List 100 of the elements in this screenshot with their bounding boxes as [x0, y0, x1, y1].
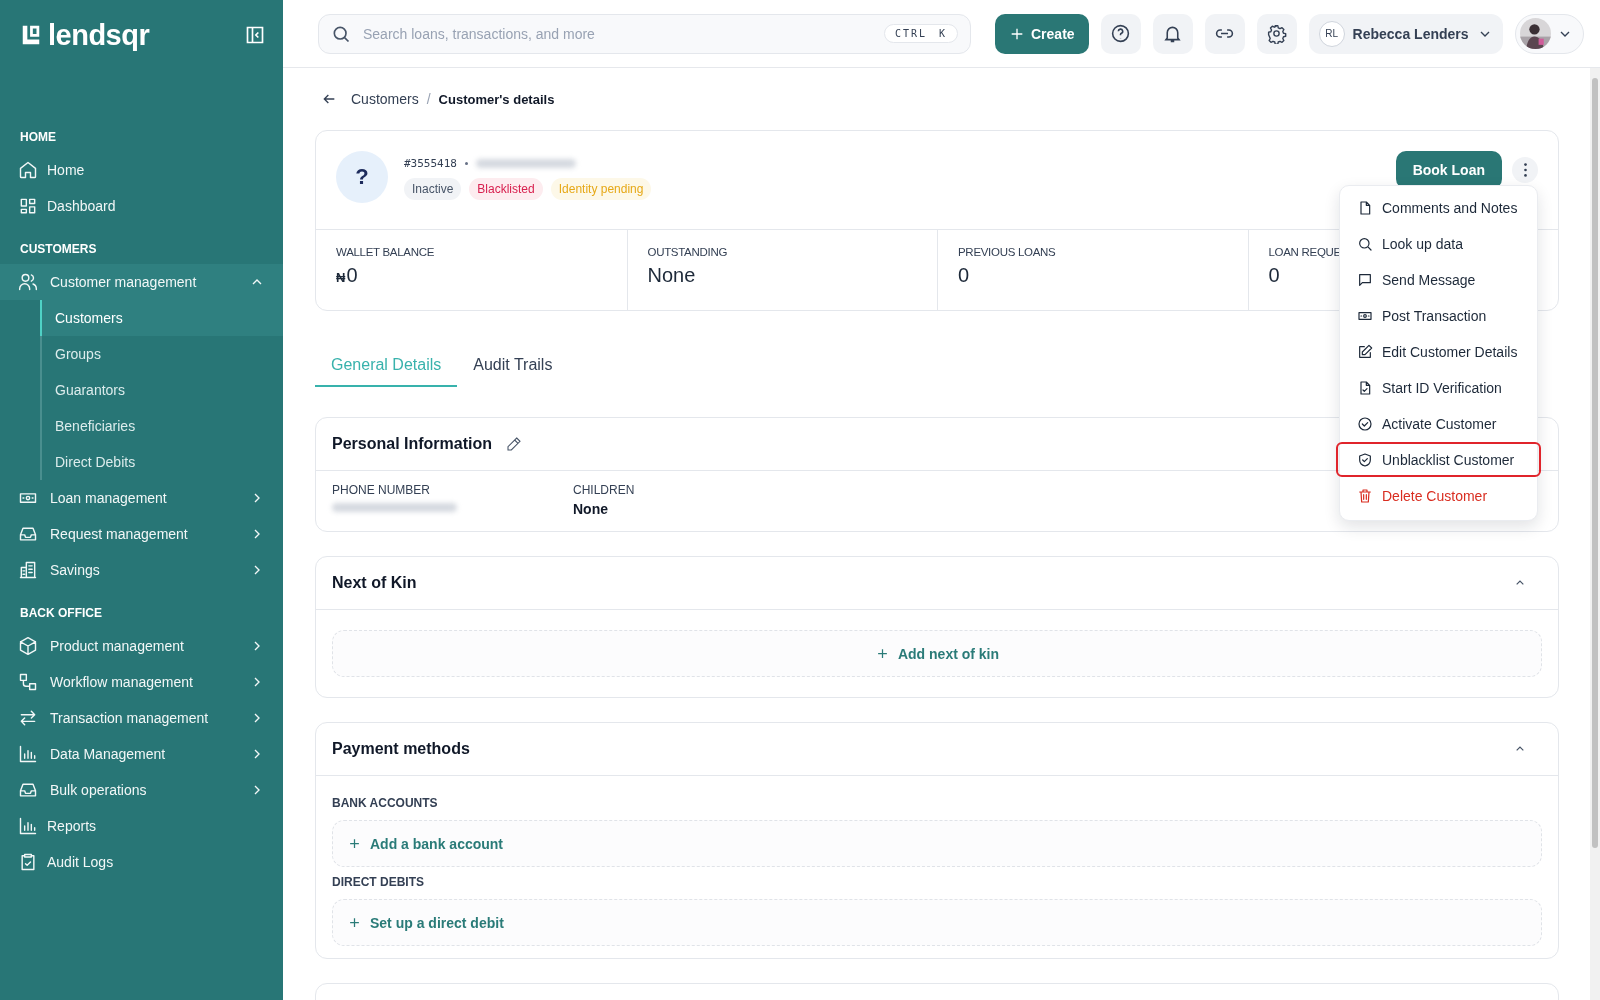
search-input[interactable]: Search loans, transactions, and more [361, 24, 874, 43]
help-icon [1110, 23, 1132, 44]
menu-item[interactable]: Post Transaction [1343, 298, 1534, 333]
menu-item[interactable]: Edit Customer Details [1343, 334, 1534, 369]
menu-item[interactable]: Send Message [1343, 262, 1534, 297]
logo-icon [20, 24, 42, 46]
more-options-button[interactable] [1512, 157, 1538, 183]
box-icon [18, 636, 38, 656]
separator-dot [465, 162, 468, 165]
nav-item[interactable]: Home [0, 152, 283, 188]
nav-section-label: BACK OFFICE [19, 605, 103, 622]
menu-item[interactable]: Activate Customer [1343, 406, 1534, 441]
nav-item[interactable]: Bulk operations [0, 772, 283, 808]
profile-button[interactable] [1514, 13, 1584, 54]
inbox-icon [18, 524, 38, 544]
bar-chart-icon [18, 744, 38, 764]
home-icon [18, 160, 38, 180]
arrows-icon [18, 708, 38, 728]
nav-item[interactable]: Dashboard [0, 188, 283, 224]
bar-chart-icon [18, 816, 38, 836]
menu-item[interactable]: Unblacklist Customer [1336, 442, 1541, 477]
stat-value: 0 [958, 264, 970, 287]
search-field[interactable]: Search loans, transactions, and more CTRL K [318, 13, 971, 54]
help-button[interactable] [1100, 13, 1141, 54]
customer-id: #3555418 [404, 157, 457, 170]
trash-icon [1357, 487, 1373, 504]
field-value: None [573, 501, 609, 517]
more-icon [1523, 163, 1527, 177]
dashboard-icon [18, 196, 38, 216]
nav-item[interactable]: Product management [0, 628, 283, 664]
breadcrumb-separator: / [426, 91, 431, 107]
add-button[interactable]: Set up a direct debit [332, 899, 1542, 946]
message-icon [1357, 271, 1373, 288]
breadcrumb-current: Customer's details [438, 91, 555, 107]
shield-check-icon [1357, 451, 1373, 468]
nav-item[interactable]: Transaction management [0, 700, 283, 736]
edit-icon [1357, 343, 1373, 360]
clipboard-icon [18, 852, 38, 872]
notifications-button[interactable] [1152, 13, 1193, 54]
nav-subitem[interactable]: Beneficiaries [40, 408, 283, 444]
nav-item[interactable]: Audit Logs [0, 844, 283, 880]
user-menu-button[interactable]: RL Rebecca Lenders [1308, 13, 1503, 54]
nav-item[interactable]: Request management [0, 516, 283, 552]
collapse-sidebar-icon[interactable] [245, 25, 265, 45]
plus-icon [347, 915, 362, 930]
stat-value: None [647, 264, 696, 287]
section-title: Personal Information [332, 435, 493, 453]
field-label: CHILDREN [573, 483, 636, 497]
nav-section-label: CUSTOMERS [19, 241, 98, 258]
inbox-icon [18, 780, 38, 800]
menu-item[interactable]: Start ID Verification [1343, 370, 1534, 405]
stat-label: PREVIOUS LOANS [958, 246, 1056, 258]
menu-item[interactable]: Delete Customer [1343, 478, 1534, 513]
nav-item[interactable]: Customer management [0, 264, 283, 300]
stat-label: WALLET BALANCE [336, 246, 435, 258]
plus-icon [347, 836, 362, 851]
nav-item[interactable]: Workflow management [0, 664, 283, 700]
stat-value: 0 [1268, 264, 1280, 287]
section-title: Next of Kin [332, 574, 417, 592]
workflow-icon [18, 672, 38, 692]
nav-item[interactable]: Loan management [0, 480, 283, 516]
shortcut-hint: CTRL K [883, 24, 958, 43]
create-button[interactable]: Create [995, 13, 1089, 54]
tab[interactable]: General Details [315, 345, 458, 387]
breadcrumb-link[interactable]: Customers [351, 91, 419, 107]
stat-value: ₦0 [336, 264, 358, 287]
nav-item[interactable]: Savings [0, 552, 283, 588]
customer-avatar: ? [336, 151, 388, 203]
status-badge: Identity pending [550, 178, 652, 200]
nav-section-label: HOME [19, 129, 57, 146]
nav-subitem[interactable]: Guarantors [40, 372, 283, 408]
settings-icon [1266, 23, 1288, 44]
user-initials: RL [1318, 20, 1345, 47]
tab[interactable]: Audit Trails [457, 345, 569, 387]
status-badge: Blacklisted [469, 178, 543, 200]
pencil-icon[interactable] [506, 436, 523, 452]
scrollbar[interactable] [1590, 68, 1600, 1000]
link-button[interactable] [1204, 13, 1245, 54]
brand-name: lendsqr [48, 18, 150, 52]
building-icon [18, 560, 38, 580]
nav-item[interactable]: Reports [0, 808, 283, 844]
add-next-of-kin-button[interactable]: Add next of kin [332, 630, 1542, 677]
stat-label: OUTSTANDING [647, 246, 728, 258]
menu-item[interactable]: Comments and Notes [1343, 190, 1534, 225]
nav-subitem[interactable]: Direct Debits [40, 444, 283, 480]
field-label: PHONE NUMBER [332, 483, 431, 497]
section-title: Payment methods [332, 740, 470, 758]
subsection-label: BANK ACCOUNTS [332, 796, 439, 810]
search-icon [1357, 235, 1373, 252]
subsection-label: DIRECT DEBITS [332, 875, 425, 889]
users-icon [18, 272, 38, 292]
settings-button[interactable] [1256, 13, 1297, 54]
menu-item[interactable]: Look up data [1343, 226, 1534, 261]
nav-item[interactable]: Data Management [0, 736, 283, 772]
nav-subitem[interactable]: Groups [40, 336, 283, 372]
nav-subitem[interactable]: Customers [40, 300, 283, 336]
file-check-icon [1357, 379, 1373, 396]
status-badge: Inactive [404, 178, 462, 200]
stat-label: LOAN REQUE [1268, 246, 1341, 258]
add-button[interactable]: Add a bank account [332, 820, 1542, 867]
